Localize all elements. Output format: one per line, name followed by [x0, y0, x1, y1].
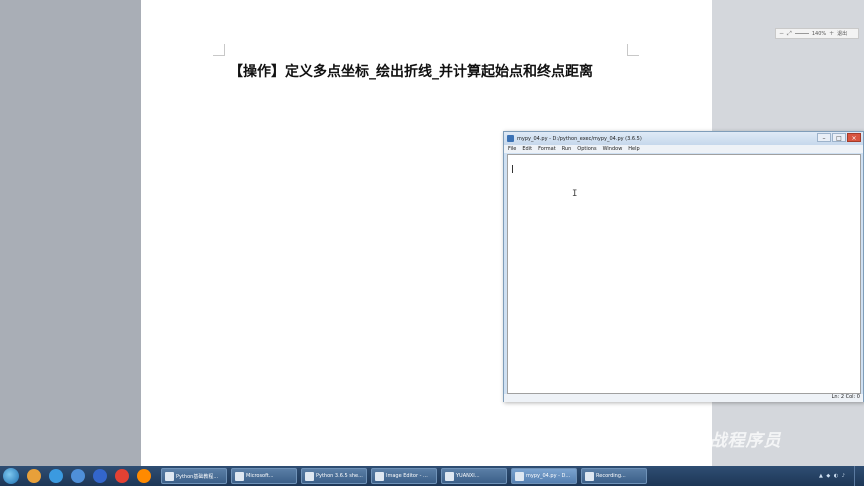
maximize-button[interactable]: □ [832, 133, 846, 142]
taskbar-item-label: Microsoft... [246, 473, 274, 479]
zoom-slider[interactable] [794, 33, 809, 34]
taskbar-item-recording[interactable]: Recording... [581, 468, 647, 484]
menu-format[interactable]: Format [538, 146, 556, 152]
page-corner-mark-right [627, 44, 639, 56]
show-desktop-button[interactable] [854, 466, 860, 486]
python-icon [507, 135, 514, 142]
python-icon [515, 471, 524, 481]
taskbar-item-word[interactable]: Microsoft... [231, 468, 297, 484]
taskbar-item-yuanxi[interactable]: YUANXI... [441, 468, 507, 484]
windows-start-icon[interactable] [3, 468, 19, 484]
menu-window[interactable]: Window [603, 146, 623, 152]
idle-window-title: mypy_04.py - D:/python_exec/mypy_04.py (… [517, 135, 642, 142]
taskbar-item-label: Image Editor - ... [386, 473, 428, 479]
word-icon [165, 471, 174, 481]
tray-icons[interactable]: ▲ ◆ ◐ ♪ [819, 473, 846, 479]
chrome-icon[interactable] [115, 469, 129, 483]
menu-run[interactable]: Run [562, 146, 572, 152]
zoom-in-icon[interactable]: + [829, 30, 834, 37]
zoom-fit-icon[interactable]: ⤢ [787, 30, 792, 38]
taskbar-item-label: Python基础教程... [176, 473, 219, 480]
zoom-exit-button[interactable]: 退出 [837, 30, 847, 37]
taskbar: Python基础教程... Microsoft... Python 3.6.5 … [0, 466, 864, 486]
minimize-button[interactable]: – [817, 133, 831, 142]
menu-file[interactable]: File [508, 146, 516, 152]
menu-edit[interactable]: Edit [522, 146, 532, 152]
idle-menubar: File Edit Format Run Options Window Help [504, 145, 863, 153]
ibeam-cursor-icon: I [572, 189, 578, 199]
brand-watermark: 尚学堂·百战程序员 [630, 431, 782, 451]
word-icon [235, 471, 244, 481]
zoom-control[interactable]: − ⤢ 140% + 退出 [775, 28, 859, 39]
zoom-out-icon[interactable]: − [779, 30, 784, 37]
firefox-icon[interactable] [137, 469, 151, 483]
k-icon[interactable] [71, 469, 85, 483]
taskbar-item-image-editor[interactable]: Image Editor - ... [371, 468, 437, 484]
folder-icon [445, 471, 454, 481]
idle-statusbar: Ln: 2 Col: 0 [504, 394, 863, 402]
taskbar-item-label: mypy_04.py - D... [526, 473, 571, 479]
window-controls: – □ × [817, 133, 861, 142]
idle-titlebar[interactable]: mypy_04.py - D:/python_exec/mypy_04.py (… [504, 132, 863, 145]
taskbar-item-label: YUANXI... [456, 473, 480, 479]
close-button[interactable]: × [847, 133, 861, 142]
text-caret [512, 165, 513, 173]
menu-options[interactable]: Options [577, 146, 596, 152]
image-editor-icon [375, 471, 384, 481]
menu-help[interactable]: Help [628, 146, 639, 152]
idle-editor-window[interactable]: mypy_04.py - D:/python_exec/mypy_04.py (… [503, 131, 864, 402]
360-icon[interactable] [27, 469, 41, 483]
python-icon [305, 471, 314, 481]
cursor-position: Ln: 2 Col: 0 [831, 394, 860, 400]
zoom-level: 140% [811, 30, 827, 37]
baidu-netdisk-icon[interactable] [93, 469, 107, 483]
page-corner-mark-left [213, 44, 225, 56]
ie-icon[interactable] [49, 469, 63, 483]
code-editor-area[interactable]: I [507, 154, 861, 394]
document-heading: 【操作】定义多点坐标_绘出折线_并计算起始点和终点距离 [229, 64, 593, 80]
taskbar-item-idle-editor[interactable]: mypy_04.py - D... [511, 468, 577, 484]
taskbar-item-python-shell[interactable]: Python 3.6.5 she... [301, 468, 367, 484]
taskbar-item-python-doc[interactable]: Python基础教程... [161, 468, 227, 484]
taskbar-item-label: Python 3.6.5 she... [316, 473, 363, 479]
system-tray: ▲ ◆ ◐ ♪ [819, 466, 864, 486]
taskbar-item-label: Recording... [596, 473, 626, 479]
record-icon [585, 471, 594, 481]
